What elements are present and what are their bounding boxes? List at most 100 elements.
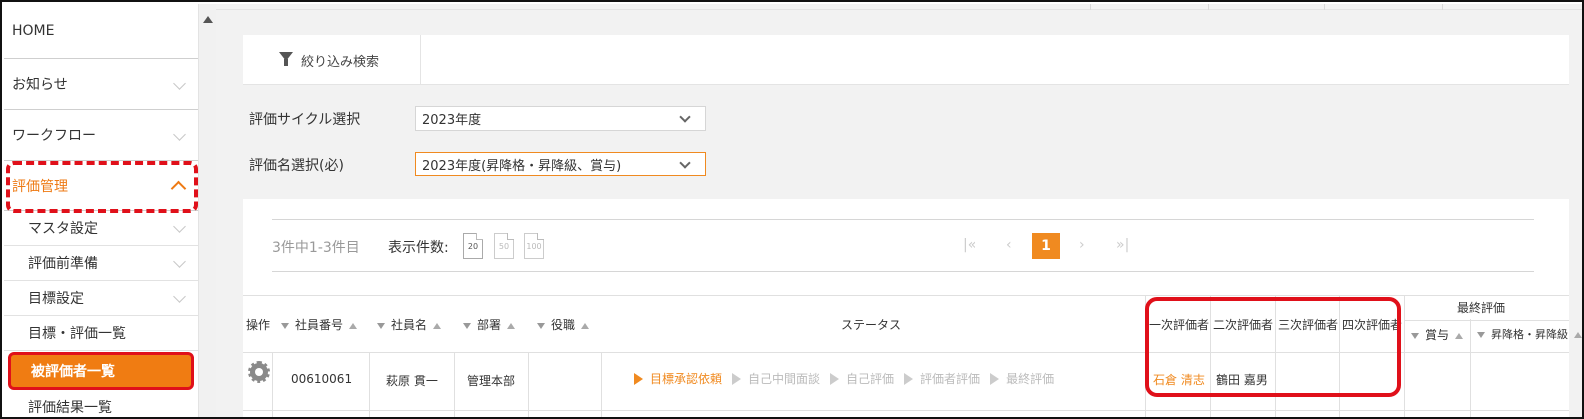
last-page-button[interactable]: »| <box>1116 237 1129 253</box>
sidebar: HOME お知らせ ワークフロー 評価管理 マスタ設定 評価前準備 目標設定 目… <box>4 4 198 417</box>
cell-dept: 管理本部 <box>467 374 516 388</box>
divider <box>1404 295 1405 417</box>
sidebar-item-home[interactable]: HOME <box>4 4 198 59</box>
gear-icon[interactable] <box>248 361 270 383</box>
sort-asc-icon <box>349 322 358 329</box>
divider <box>272 219 1534 220</box>
sort-asc-icon <box>507 322 516 329</box>
divider <box>1208 4 1209 10</box>
cycle-select[interactable]: 2023年度 <box>415 106 706 131</box>
divider <box>243 410 1569 411</box>
col-header-label: 賞与 <box>1425 328 1450 342</box>
step-arrow-icon <box>732 372 742 385</box>
filter-search-button[interactable]: 絞り込み検索 <box>243 35 421 85</box>
cell-emp-name: 萩原 貫一 <box>386 374 438 388</box>
sidebar-subitem-goal-list[interactable]: 目標・評価一覧 <box>4 316 198 351</box>
next-page-button[interactable]: › <box>1079 237 1085 253</box>
highlight-evaluators-box <box>1145 297 1401 397</box>
col-header-dept[interactable]: 部署 <box>463 316 516 333</box>
sidebar-item-news[interactable]: お知らせ <box>4 59 198 110</box>
filter-label: 絞り込み検索 <box>301 55 380 70</box>
col-header-status: ステータス <box>841 318 902 332</box>
sidebar-subitem-master[interactable]: マスタ設定 <box>4 211 198 246</box>
prev-page-button[interactable]: ‹ <box>1006 237 1012 253</box>
sort-desc-icon <box>1411 332 1419 339</box>
sidebar-item-label: 目標設定 <box>28 291 84 307</box>
sort-asc-icon <box>433 322 442 329</box>
result-count: 3件中1-3件目 <box>272 240 360 256</box>
top-bar <box>216 4 1582 10</box>
sidebar-item-label: 目標・評価一覧 <box>28 326 126 342</box>
status-step: 最終評価 <box>1006 372 1055 386</box>
app-window: HOME お知らせ ワークフロー 評価管理 マスタ設定 評価前準備 目標設定 目… <box>0 0 1584 419</box>
sidebar-subitem-goal[interactable]: 目標設定 <box>4 281 198 316</box>
col-header-bonus[interactable]: 賞与 <box>1411 326 1464 343</box>
step-arrow-icon <box>830 372 840 385</box>
col-header-label: 社員名 <box>391 318 428 332</box>
divider <box>1442 4 1443 10</box>
divider <box>272 271 1534 272</box>
col-header-final: 最終評価 <box>1457 301 1506 315</box>
per-page-100-button[interactable]: 100 <box>524 233 544 259</box>
current-page-number: 1 <box>1041 238 1051 254</box>
sidebar-subitem-evaluatee-list[interactable]: 被評価者一覧 <box>8 352 194 390</box>
cell-emp-no: 00610061 <box>291 372 353 386</box>
scroll-up-icon[interactable] <box>203 16 213 23</box>
per-page-label: 表示件数: <box>388 240 449 256</box>
divider <box>1090 4 1091 10</box>
sidebar-item-label: ワークフロー <box>12 128 96 144</box>
chevron-down-icon <box>173 128 186 141</box>
filter-bar: 絞り込み検索 <box>243 35 1569 85</box>
divider <box>1324 4 1325 10</box>
status-step-active: 目標承認依頼 <box>650 372 723 386</box>
per-page-option: 100 <box>526 241 542 251</box>
sidebar-subitem-prep[interactable]: 評価前準備 <box>4 246 198 281</box>
col-header-label: 社員番号 <box>295 318 344 332</box>
sidebar-item-label: 評価結果一覧 <box>28 400 112 416</box>
per-page-20-button[interactable]: 20 <box>463 233 483 259</box>
sidebar-subitem-result-list[interactable]: 評価結果一覧 <box>4 392 198 417</box>
first-page-button[interactable]: |« <box>963 237 976 253</box>
col-header-emp-name[interactable]: 社員名 <box>377 316 442 333</box>
col-header-label: 昇降格・昇降級 <box>1491 328 1568 341</box>
sort-desc-icon <box>281 322 289 329</box>
sidebar-item-label: HOME <box>12 23 55 39</box>
per-page-option: 50 <box>498 241 510 251</box>
sort-desc-icon <box>1477 332 1485 338</box>
col-header-promo[interactable]: 昇降格・昇降級 <box>1477 326 1582 342</box>
highlight-dashed-box <box>6 161 198 213</box>
divider <box>1470 319 1471 417</box>
chevron-down-icon <box>173 220 186 233</box>
divider <box>1404 320 1569 321</box>
sort-asc-icon <box>581 322 590 329</box>
sidebar-scrollbar[interactable] <box>198 4 216 417</box>
filter-icon-stem <box>284 59 288 66</box>
cycle-label: 評価サイクル選択 <box>249 112 361 128</box>
sidebar-item-label: 被評価者一覧 <box>31 364 115 380</box>
col-header-role[interactable]: 役職 <box>537 316 590 333</box>
eval-name-label: 評価名選択(必) <box>249 158 344 174</box>
sidebar-item-workflow[interactable]: ワークフロー <box>4 110 198 161</box>
sort-desc-icon <box>463 322 471 329</box>
step-arrow-icon <box>904 372 914 385</box>
chevron-down-icon <box>173 290 186 303</box>
status-step: 自己評価 <box>846 372 895 386</box>
chevron-down-icon <box>679 157 691 169</box>
per-page-50-button[interactable]: 50 <box>494 233 514 259</box>
per-page-option: 20 <box>467 241 479 251</box>
status-step: 評価者評価 <box>920 372 981 386</box>
step-arrow-icon <box>634 372 643 385</box>
sort-desc-icon <box>377 322 385 329</box>
chevron-down-icon <box>679 111 691 123</box>
current-page-button[interactable]: 1 <box>1032 233 1060 259</box>
sidebar-item-label: マスタ設定 <box>28 221 98 237</box>
sidebar-item-label: お知らせ <box>12 77 68 93</box>
chevron-down-icon <box>173 77 186 90</box>
col-header-label: 役職 <box>551 318 576 332</box>
col-header-emp-no[interactable]: 社員番号 <box>281 316 358 333</box>
sort-asc-icon <box>1574 332 1582 338</box>
eval-name-select-value: 2023年度(昇降格・昇降級、賞与) <box>422 158 622 174</box>
status-step: 自己中間面談 <box>748 372 821 386</box>
sort-desc-icon <box>537 322 545 329</box>
eval-name-select[interactable]: 2023年度(昇降格・昇降級、賞与) <box>415 152 706 176</box>
